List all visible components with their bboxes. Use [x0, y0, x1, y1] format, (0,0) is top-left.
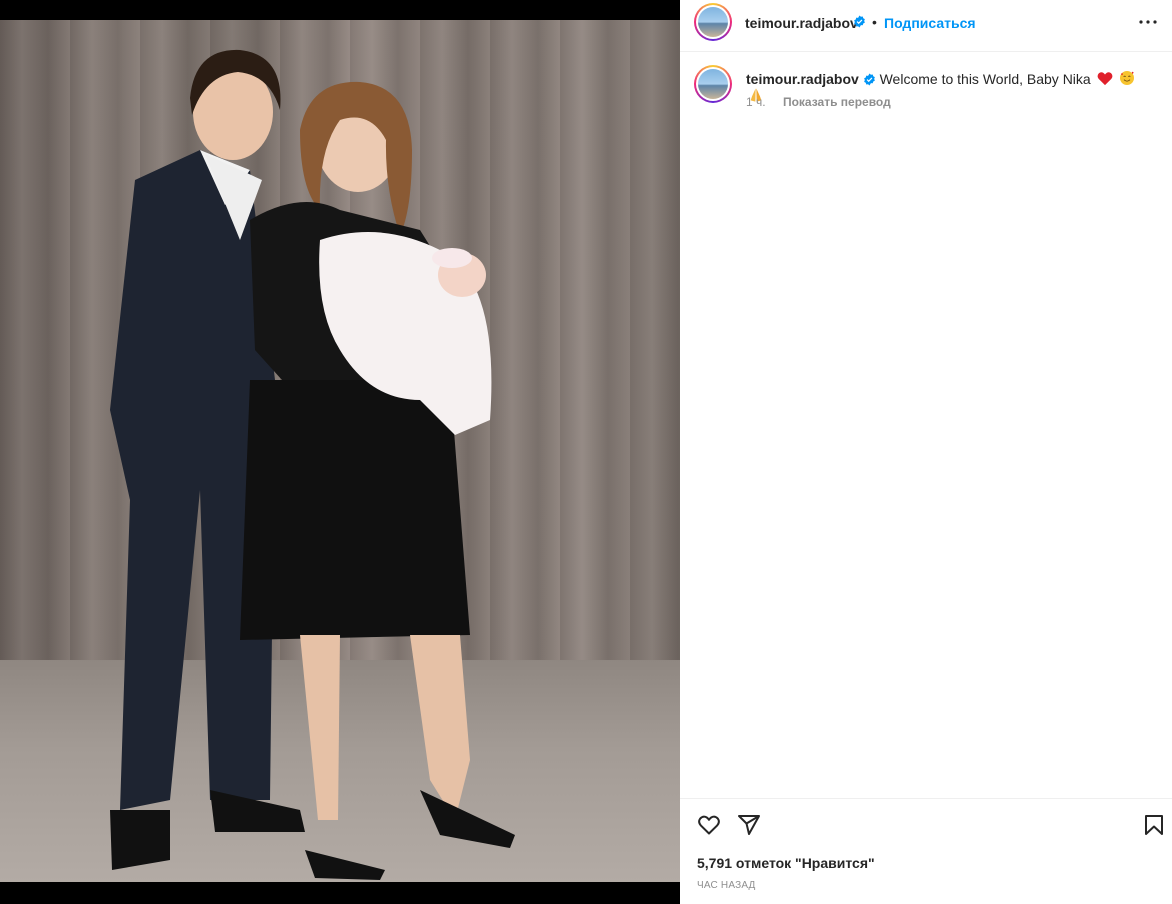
red-heart-icon — [1097, 72, 1113, 86]
family-photo-figures — [110, 49, 515, 880]
separator-dot: • — [872, 14, 877, 30]
caption-avatar[interactable] — [694, 65, 732, 103]
more-horizontal-icon[interactable] — [1136, 10, 1160, 34]
header-username[interactable]: teimour.radjabov — [745, 15, 858, 31]
smiling-face-with-hearts-icon — [1119, 71, 1134, 85]
heart-outline-icon[interactable] — [697, 813, 721, 837]
woman-figure — [240, 81, 515, 880]
post-details-panel: teimour.radjabov • Подписаться teimour.r… — [680, 0, 1172, 904]
post-timestamp[interactable]: ЧАС НАЗАД — [697, 880, 756, 891]
bookmark-icon[interactable] — [1142, 813, 1166, 837]
caption-time: 1 ч. — [746, 95, 766, 109]
follow-button[interactable]: Подписаться — [884, 15, 976, 31]
show-translation-link[interactable]: Показать перевод — [783, 95, 891, 109]
avatar[interactable] — [694, 3, 732, 41]
likes-count[interactable]: 5,791 отметок "Нравится" — [697, 855, 875, 871]
paper-plane-icon[interactable] — [737, 813, 761, 837]
post-photo[interactable] — [0, 20, 680, 882]
caption-text: Welcome to this World, Baby Nika — [879, 71, 1091, 87]
caption-username[interactable]: teimour.radjabov — [746, 71, 859, 87]
caption-meta: 1 ч. Показать перевод — [746, 95, 891, 109]
verified-badge-icon — [863, 73, 875, 86]
verified-badge-icon — [854, 15, 865, 28]
post-header: teimour.radjabov • Подписаться — [680, 0, 1172, 52]
action-bar — [680, 798, 1172, 835]
